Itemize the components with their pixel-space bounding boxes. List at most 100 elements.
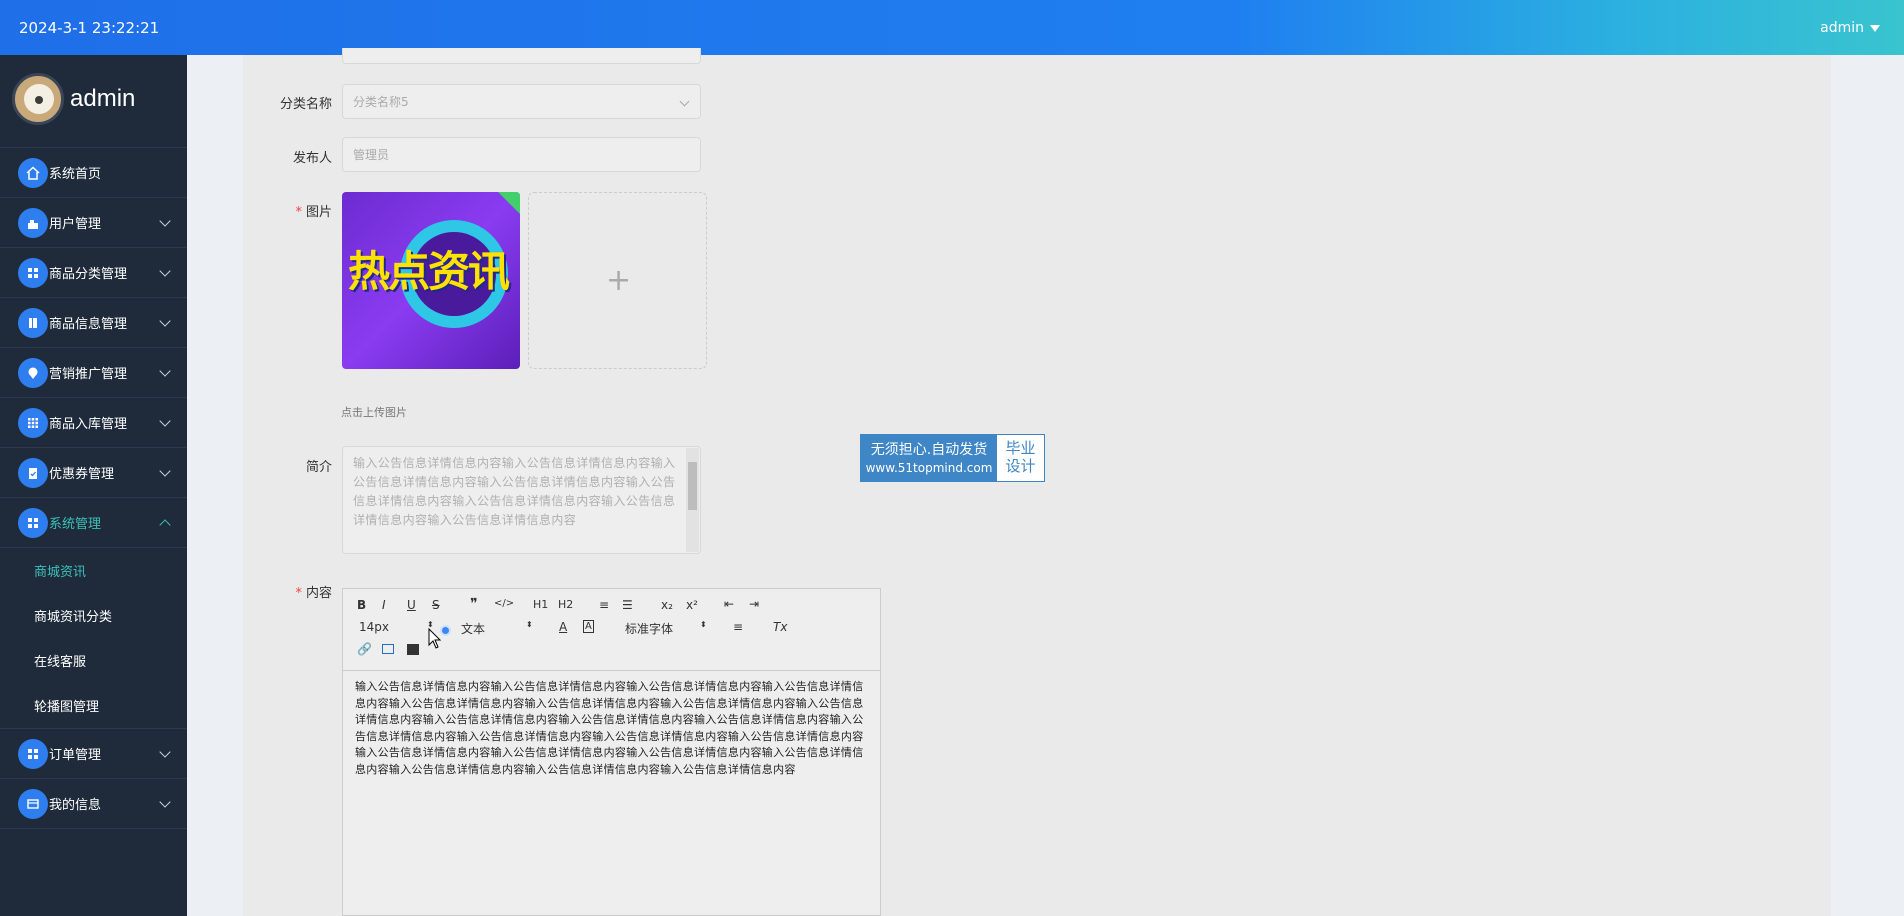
- watermark-right1: 毕业: [1005, 439, 1036, 457]
- content-label: * 内容: [295, 586, 332, 601]
- clear-format-button[interactable]: Tx: [773, 620, 787, 634]
- sidebar-item-label: 订单管理: [49, 748, 102, 763]
- h2-button[interactable]: H2: [558, 598, 573, 611]
- sidebar-item-label: 系统首页: [49, 167, 102, 182]
- top-header: 2024-3-1 23:22:21 admin: [0, 0, 1904, 55]
- chevron-down-icon: [679, 96, 690, 107]
- text-color-icon[interactable]: A: [559, 620, 567, 634]
- book-icon: [18, 307, 48, 338]
- submenu-item-carousel[interactable]: 轮播图管理: [0, 683, 187, 729]
- image-label: * 图片: [295, 205, 332, 220]
- chevron-down-icon: [159, 746, 171, 758]
- chevron-down-icon: [159, 365, 171, 377]
- mouse-cursor-icon: [428, 628, 442, 649]
- code-button[interactable]: </>: [494, 598, 514, 609]
- datetime-display: 2024-3-1 23:22:21: [19, 19, 160, 37]
- sidebar-item-label: 商品入库管理: [49, 417, 128, 432]
- chevron-up-icon: [159, 519, 171, 531]
- sidebar-item-products[interactable]: 商品信息管理: [0, 298, 187, 348]
- previous-field-bottom[interactable]: [342, 48, 701, 64]
- sidebar-item-marketing[interactable]: 营销推广管理: [0, 348, 187, 398]
- sidebar-item-label: 我的信息: [49, 798, 102, 813]
- editor-content[interactable]: 输入公告信息详情信息内容输入公告信息详情信息内容输入公告信息详情信息内容输入公告…: [343, 671, 880, 786]
- submenu-item-online-service[interactable]: 在线客服: [0, 638, 187, 683]
- bold-button[interactable]: B: [357, 598, 366, 612]
- image-caption: 热点资讯: [348, 247, 510, 296]
- indent-icon[interactable]: ⇥: [749, 597, 759, 611]
- chevron-down-icon: [159, 215, 171, 227]
- sidebar-item-label: 系统管理: [49, 517, 102, 532]
- home-icon: [18, 157, 48, 188]
- sidebar-item-orders[interactable]: 订单管理: [0, 729, 187, 779]
- align-icon[interactable]: ≡: [733, 620, 743, 634]
- bullet-list-icon[interactable]: ☰: [622, 598, 633, 612]
- editor-toolbar: B I U S ❞ </> H1 H2 ≡ ☰ x₂ x² ⇤ ⇥ 14px ⬍ …: [343, 589, 880, 671]
- submenu-item-news-category[interactable]: 商城资讯分类: [0, 593, 187, 638]
- font-size-select[interactable]: 14px ⬍: [359, 620, 434, 634]
- sidebar-item-coupons[interactable]: 优惠券管理: [0, 448, 187, 498]
- sidebar-brand: admin: [0, 55, 187, 148]
- brand-name: admin: [70, 85, 136, 112]
- chevron-down-icon: [159, 265, 171, 277]
- grid-icon: [18, 257, 48, 288]
- outdent-icon[interactable]: ⇤: [724, 597, 734, 611]
- submenu-item-news[interactable]: 商城资讯: [0, 548, 187, 593]
- sidebar-item-category[interactable]: 商品分类管理: [0, 248, 187, 298]
- category-select[interactable]: 分类名称5: [342, 84, 701, 119]
- publisher-field[interactable]: 管理员: [342, 137, 701, 172]
- intro-label: 简介: [305, 460, 332, 475]
- superscript-button[interactable]: x²: [686, 598, 698, 612]
- pin-icon: [18, 357, 48, 388]
- intro-text: 输入公告信息详情信息内容输入公告信息详情信息内容输入公告信息详情信息内容输入公告…: [353, 456, 676, 527]
- card-icon: [18, 788, 48, 819]
- sidebar-item-label: 商品信息管理: [49, 317, 128, 332]
- chevron-down-icon: [159, 415, 171, 427]
- blockquote-button[interactable]: ❞: [470, 596, 478, 612]
- sidebar-item-my-info[interactable]: 我的信息: [0, 779, 187, 829]
- italic-button[interactable]: I: [382, 598, 386, 612]
- sidebar-item-label: 优惠券管理: [49, 467, 115, 482]
- watermark-right2: 设计: [1005, 457, 1036, 475]
- sidebar-item-label: 营销推广管理: [49, 367, 128, 382]
- ordered-list-icon[interactable]: ≡: [599, 598, 609, 612]
- apps-icon: [18, 407, 48, 438]
- chevron-down-icon: [159, 796, 171, 808]
- clipboard-icon: [18, 457, 48, 488]
- category-select-value: 分类名称5: [353, 95, 409, 109]
- sidebar-item-home[interactable]: 系统首页: [0, 148, 187, 198]
- sidebar-item-label: 用户管理: [49, 217, 102, 232]
- uploaded-image[interactable]: 热点资讯: [342, 192, 520, 369]
- sidebar-item-system[interactable]: 系统管理: [0, 498, 187, 548]
- chevron-down-icon: [159, 315, 171, 327]
- chevron-down-icon: [159, 465, 171, 477]
- image-icon[interactable]: [382, 644, 394, 654]
- h1-button[interactable]: H1: [533, 598, 548, 611]
- sidebar-item-stock[interactable]: 商品入库管理: [0, 398, 187, 448]
- user-dropdown[interactable]: admin: [1820, 20, 1880, 36]
- watermark-url: www.51topmind.com: [865, 461, 993, 475]
- video-icon[interactable]: [407, 644, 419, 655]
- strike-button[interactable]: S: [432, 598, 440, 612]
- textarea-scrollbar[interactable]: [686, 448, 699, 552]
- sidebar: admin 系统首页 用户管理 商品分类管理 商品信息管理 营销推广管理 商品入…: [0, 55, 187, 916]
- font-family-select[interactable]: 标准字体 ⬍: [625, 620, 707, 637]
- caret-down-icon: [1870, 24, 1880, 32]
- sidebar-menu: 系统首页 用户管理 商品分类管理 商品信息管理 营销推广管理 商品入库管理 优惠…: [0, 148, 187, 829]
- sidebar-item-users[interactable]: 用户管理: [0, 198, 187, 248]
- underline-button[interactable]: U: [407, 598, 416, 612]
- user-name: admin: [1820, 20, 1864, 36]
- user-icon: [18, 207, 48, 238]
- upload-hint: 点击上传图片: [341, 406, 407, 419]
- subscript-button[interactable]: x₂: [661, 598, 673, 612]
- avatar: [12, 73, 64, 125]
- block-type-select[interactable]: 文本 ⬍: [461, 620, 533, 637]
- watermark-line1: 无须担心.自动发货: [870, 442, 988, 458]
- image-upload-box[interactable]: +: [528, 192, 707, 369]
- plus-icon: +: [606, 263, 632, 298]
- sidebar-item-label: 商品分类管理: [49, 267, 128, 282]
- link-icon[interactable]: 🔗: [357, 642, 372, 656]
- grid-icon: [18, 738, 48, 769]
- intro-textarea[interactable]: 输入公告信息详情信息内容输入公告信息详情信息内容输入公告信息详情信息内容输入公告…: [342, 446, 701, 554]
- background-color-icon[interactable]: A: [583, 620, 594, 633]
- rich-text-editor[interactable]: B I U S ❞ </> H1 H2 ≡ ☰ x₂ x² ⇤ ⇥ 14px ⬍ …: [342, 588, 881, 916]
